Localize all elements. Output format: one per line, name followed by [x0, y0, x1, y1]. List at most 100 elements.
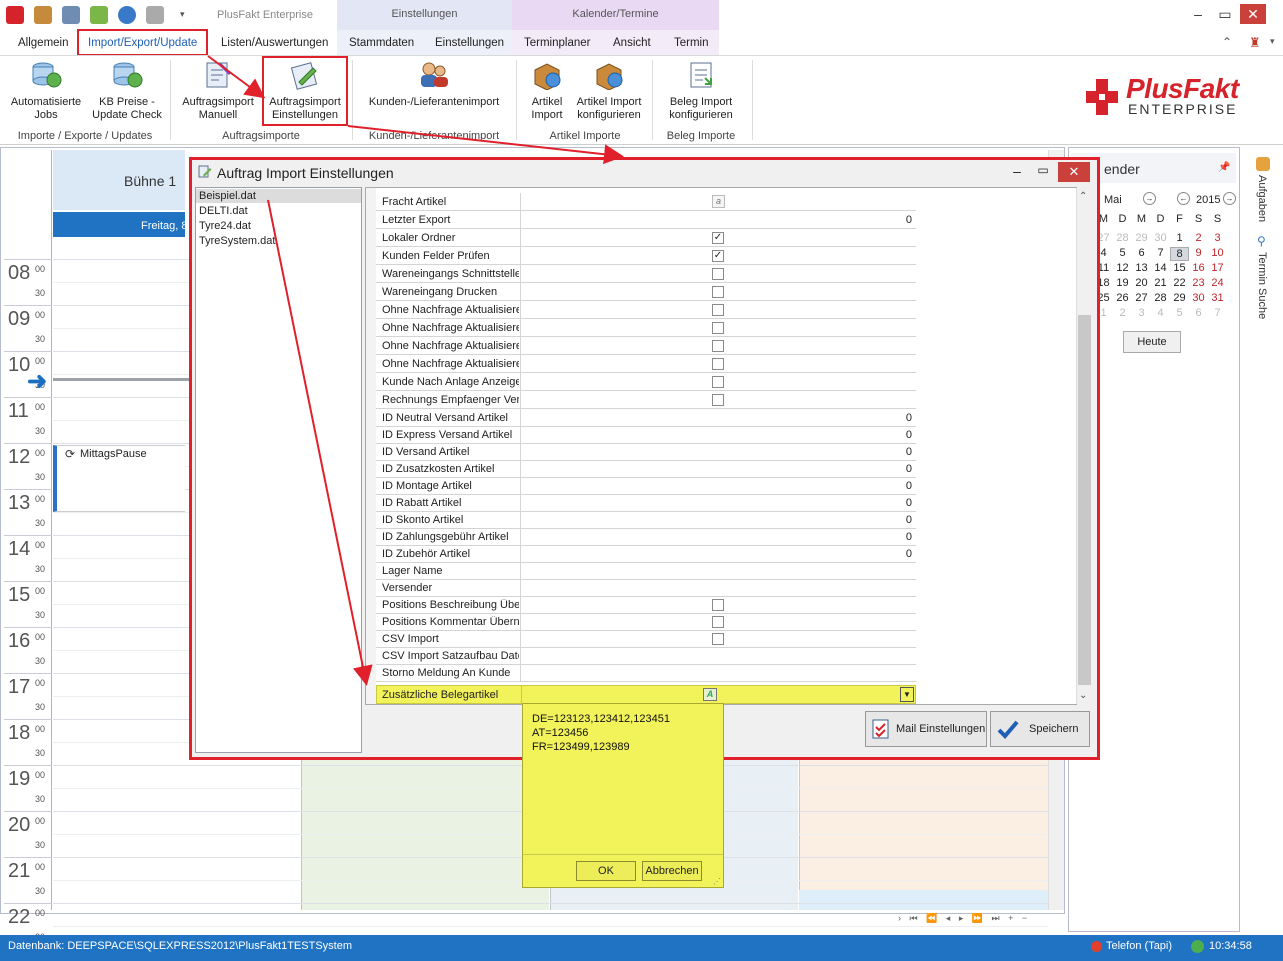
- checkbox[interactable]: [712, 599, 724, 611]
- next-month-icon[interactable]: →: [1143, 192, 1156, 205]
- mini-cal-day[interactable]: 2: [1189, 232, 1208, 244]
- tab-terminplaner[interactable]: Terminplaner: [524, 37, 590, 49]
- property-row[interactable]: ID Skonto Artikel 0: [376, 511, 916, 529]
- mini-cal-day[interactable]: 4: [1151, 307, 1170, 319]
- property-row[interactable]: CSV Import Satzaufbau Datei: [376, 647, 916, 665]
- property-row[interactable]: Fracht Artikel a: [376, 193, 916, 211]
- tab-ansicht[interactable]: Ansicht: [613, 37, 651, 49]
- status-phone[interactable]: Telefon (Tapi): [1106, 940, 1172, 952]
- side-tab-termin-suche[interactable]: Termin Suche: [1256, 252, 1268, 319]
- file-list[interactable]: [195, 187, 362, 753]
- calendar-nav-strip[interactable]: › ⏮ ⏪ ◂ ▸ ⏩ ⏭ + −: [898, 913, 1048, 927]
- property-value[interactable]: 0: [906, 446, 912, 458]
- settings-icon[interactable]: [146, 6, 164, 24]
- property-row[interactable]: CSV Import: [376, 630, 916, 648]
- app-menu-icon[interactable]: [6, 6, 24, 24]
- property-row[interactable]: ID Rabatt Artikel 0: [376, 494, 916, 512]
- tab-allgemein[interactable]: Allgemein: [18, 37, 69, 49]
- mini-cal-day[interactable]: 28: [1113, 232, 1132, 244]
- mini-cal-day[interactable]: 13: [1132, 262, 1151, 274]
- calendar-column-peach[interactable]: [799, 760, 1048, 890]
- kunden-lieferantenimport-button[interactable]: Kunden-/Lieferantenimport: [360, 60, 508, 109]
- ribbon-options-icon[interactable]: ▾: [1270, 36, 1275, 47]
- close-icon[interactable]: ✕: [1240, 4, 1266, 24]
- memo-ok-button[interactable]: OK: [576, 861, 636, 881]
- mini-cal-day[interactable]: 10: [1208, 247, 1227, 259]
- property-row[interactable]: Letzter Export 0: [376, 211, 916, 229]
- property-row[interactable]: ID Versand Artikel 0: [376, 443, 916, 461]
- mail-einstellungen-button[interactable]: Mail Einstellungen: [865, 711, 987, 747]
- beleg-import-konfigurieren-button[interactable]: Beleg Import konfigurieren: [660, 60, 742, 122]
- property-row[interactable]: ID Neutral Versand Artikel 0: [376, 409, 916, 427]
- checkbox[interactable]: [712, 304, 724, 316]
- property-row[interactable]: Positions Kommentar Übernehmen: [376, 613, 916, 631]
- mini-cal-day[interactable]: 16: [1189, 262, 1208, 274]
- mini-cal-day[interactable]: 8: [1170, 247, 1189, 261]
- file-list-item[interactable]: TyreSystem.dat: [199, 235, 275, 247]
- property-value[interactable]: 0: [906, 497, 912, 509]
- mini-cal-day[interactable]: 3: [1132, 307, 1151, 319]
- property-row[interactable]: ID Zubehör Artikel 0: [376, 545, 916, 563]
- tab-termin[interactable]: Termin: [674, 37, 709, 49]
- mini-cal-day[interactable]: 7: [1208, 307, 1227, 319]
- artikel-import-konfigurieren-button[interactable]: Artikel Import konfigurieren: [572, 60, 646, 122]
- property-row[interactable]: Ohne Nachfrage Aktualisieren: [376, 355, 916, 373]
- mini-cal-day[interactable]: 20: [1132, 277, 1151, 289]
- mini-cal-day[interactable]: 15: [1170, 262, 1189, 274]
- property-value[interactable]: 0: [906, 548, 912, 560]
- dialog-maximize-icon[interactable]: ▭: [1032, 163, 1054, 177]
- automatisierte-jobs-button[interactable]: Automatisierte Jobs: [4, 60, 88, 122]
- pin-icon[interactable]: 📌: [1218, 162, 1230, 173]
- checkbox[interactable]: [712, 340, 724, 352]
- search-icon[interactable]: ⚲: [1257, 234, 1266, 248]
- property-value[interactable]: 0: [906, 214, 912, 226]
- property-row[interactable]: Lokaler Ordner ✓: [376, 229, 916, 247]
- mini-cal-day[interactable]: 23: [1189, 277, 1208, 289]
- mini-cal-day[interactable]: 27: [1132, 292, 1151, 304]
- kb-preise-button[interactable]: KB Preise - Update Check: [88, 60, 166, 122]
- quick-access-dropdown-icon[interactable]: ▾: [180, 9, 185, 20]
- calculator-icon[interactable]: [62, 6, 80, 24]
- tab-einstellungen[interactable]: Einstellungen: [435, 37, 504, 49]
- property-value[interactable]: 0: [906, 429, 912, 441]
- file-list-item[interactable]: DELTI.dat: [199, 205, 248, 217]
- property-value[interactable]: 0: [906, 463, 912, 475]
- property-row[interactable]: Positions Beschreibung Übernehmen: [376, 596, 916, 614]
- collapse-ribbon-icon[interactable]: ⌃: [1222, 35, 1232, 49]
- tasks-icon[interactable]: [1256, 157, 1270, 171]
- mini-cal-day[interactable]: 24: [1208, 277, 1227, 289]
- speichern-button[interactable]: Speichern: [990, 711, 1090, 747]
- mini-cal-day[interactable]: 2: [1113, 307, 1132, 319]
- memo-text-area[interactable]: DE=123123,123412,123451 AT=123456 FR=123…: [532, 712, 670, 754]
- mini-cal-day[interactable]: 5: [1170, 307, 1189, 319]
- property-value[interactable]: 0: [906, 531, 912, 543]
- property-value[interactable]: 0: [906, 412, 912, 424]
- mini-cal-day[interactable]: 30: [1189, 292, 1208, 304]
- tab-stammdaten[interactable]: Stammdaten: [349, 37, 414, 49]
- mini-cal-day[interactable]: 1: [1170, 232, 1189, 244]
- mini-cal-day[interactable]: 9: [1189, 247, 1208, 259]
- mini-cal-day[interactable]: 17: [1208, 262, 1227, 274]
- dropdown-chevron-icon[interactable]: ▼: [900, 687, 914, 702]
- property-row[interactable]: ID Zahlungsgebühr Artikel 0: [376, 528, 916, 546]
- file-list-item[interactable]: Beispiel.dat: [199, 190, 256, 202]
- property-row[interactable]: Storno Meldung An Kunde: [376, 664, 916, 682]
- property-row[interactable]: Kunde Nach Anlage Anzeigen: [376, 373, 916, 391]
- property-row[interactable]: Ohne Nachfrage Aktualisieren: [376, 301, 916, 319]
- file-list-item[interactable]: Tyre24.dat: [199, 220, 251, 232]
- mini-cal-day[interactable]: 7: [1151, 247, 1170, 259]
- checkbox[interactable]: [712, 286, 724, 298]
- property-row[interactable]: Versender: [376, 579, 916, 597]
- checkbox[interactable]: [712, 358, 724, 370]
- mini-cal-day[interactable]: 26: [1113, 292, 1132, 304]
- auftragsimport-manuell-button[interactable]: Auftragsimport Manuell: [176, 60, 260, 122]
- property-row[interactable]: Ohne Nachfrage Aktualisieren: [376, 337, 916, 355]
- property-row[interactable]: ID Express Versand Artikel 0: [376, 426, 916, 444]
- scroll-down-icon[interactable]: ⌄: [1079, 690, 1087, 701]
- maximize-icon[interactable]: ▭: [1212, 4, 1238, 24]
- mini-cal-day[interactable]: 22: [1170, 277, 1189, 289]
- checkbox[interactable]: [712, 376, 724, 388]
- scroll-up-icon[interactable]: ⌃: [1079, 191, 1087, 202]
- tab-listen[interactable]: Listen/Auswertungen: [221, 37, 328, 49]
- mini-cal-day[interactable]: 6: [1189, 307, 1208, 319]
